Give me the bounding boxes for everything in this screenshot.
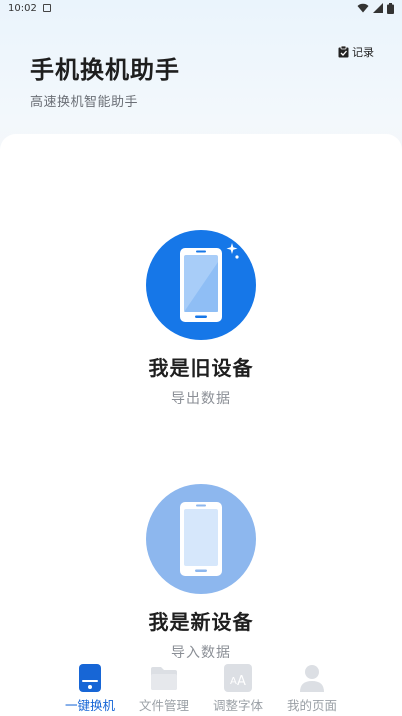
page-subtitle: 高速换机智能助手: [30, 95, 139, 110]
new-device-circle: [146, 484, 256, 594]
header: 手机换机助手 高速换机智能助手 记录: [0, 16, 402, 134]
old-device-subtitle: 导出数据: [171, 391, 231, 407]
status-time: 10:02: [8, 2, 37, 14]
record-label: 记录: [352, 46, 374, 59]
old-device-title: 我是旧设备: [148, 356, 254, 380]
tab-label: 我的页面: [286, 698, 337, 713]
new-device-title: 我是新设备: [148, 610, 254, 634]
tab-label: 一键换机: [64, 698, 115, 713]
main-card: 我是旧设备 导出数据 我是新设备 导入数据: [0, 134, 402, 664]
record-button[interactable]: 记录: [338, 44, 374, 60]
clipboard-check-icon: [338, 46, 349, 58]
tab-my-page[interactable]: 我的页面: [279, 664, 345, 716]
notification-icon: [42, 4, 51, 12]
old-device-circle: [146, 230, 256, 340]
status-right: [357, 2, 394, 14]
user-icon: [298, 664, 326, 692]
status-left: 10:02: [8, 3, 51, 14]
wifi-icon: [357, 3, 369, 13]
tab-label: 调整字体: [212, 698, 263, 713]
svg-text:A: A: [237, 674, 246, 689]
status-bar: 10:02: [0, 0, 402, 16]
phone-icon: [180, 502, 222, 576]
tab-adjust-font[interactable]: A A 调整字体: [205, 664, 271, 716]
bottom-tab-bar: 一键换机 文件管理 A A 调整字体 我的页面: [0, 658, 402, 716]
svg-text:A: A: [230, 676, 237, 687]
new-device-option[interactable]: 我是新设备 导入数据: [0, 484, 402, 664]
tab-file-management[interactable]: 文件管理: [131, 664, 197, 716]
old-device-option[interactable]: 我是旧设备 导出数据: [0, 230, 402, 420]
battery-icon: [387, 2, 394, 14]
tab-label: 文件管理: [138, 698, 189, 713]
signal-icon: [373, 3, 383, 13]
page-title: 手机换机助手: [30, 56, 180, 84]
phone-sparkle-icon: [180, 243, 239, 322]
folder-icon: [150, 664, 178, 692]
phone-icon: [76, 664, 104, 692]
font-size-icon: A A: [224, 664, 252, 692]
tab-one-click-switch[interactable]: 一键换机: [57, 664, 123, 716]
